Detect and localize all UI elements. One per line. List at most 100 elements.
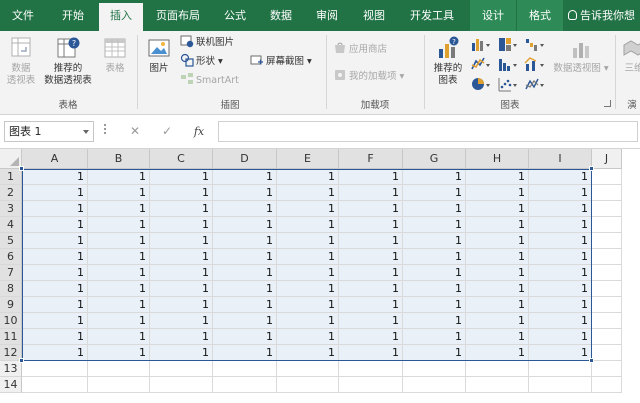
cell-i12[interactable]: 1 <box>529 345 592 361</box>
cell-f5[interactable]: 1 <box>339 233 403 249</box>
cell-f3[interactable]: 1 <box>339 201 403 217</box>
cell-d10[interactable]: 1 <box>213 313 277 329</box>
cell-e9[interactable]: 1 <box>277 297 339 313</box>
cell-c11[interactable]: 1 <box>150 329 213 345</box>
cell-i8[interactable]: 1 <box>529 281 592 297</box>
cell-h8[interactable]: 1 <box>466 281 529 297</box>
tab-insert[interactable]: 插入 <box>99 3 143 31</box>
cell-j2[interactable] <box>592 185 622 201</box>
cell-g7[interactable]: 1 <box>403 265 466 281</box>
cell-f4[interactable]: 1 <box>339 217 403 233</box>
cell-b11[interactable]: 1 <box>88 329 150 345</box>
recommended-charts-button[interactable]: ? 推荐的 图表 <box>428 35 468 87</box>
cell-d8[interactable]: 1 <box>213 281 277 297</box>
column-header-a[interactable]: A <box>22 149 88 169</box>
tab-chart-design[interactable]: 设计 <box>470 0 516 31</box>
cell-j14[interactable] <box>592 377 622 393</box>
cell-g11[interactable]: 1 <box>403 329 466 345</box>
cell-d1[interactable]: 1 <box>213 169 277 185</box>
cell-a6[interactable]: 1 <box>22 249 88 265</box>
row-header-10[interactable]: 10 <box>0 313 22 329</box>
row-header-4[interactable]: 4 <box>0 217 22 233</box>
tab-data[interactable]: 数据 <box>259 0 303 31</box>
cell-b14[interactable] <box>88 377 150 393</box>
cell-f1[interactable]: 1 <box>339 169 403 185</box>
cell-e11[interactable]: 1 <box>277 329 339 345</box>
cell-i9[interactable]: 1 <box>529 297 592 313</box>
cell-e10[interactable]: 1 <box>277 313 339 329</box>
cancel-button[interactable]: ✕ <box>124 121 146 142</box>
cell-f14[interactable] <box>339 377 403 393</box>
table-button[interactable]: 表格 <box>96 35 134 75</box>
row-header-3[interactable]: 3 <box>0 201 22 217</box>
cell-j7[interactable] <box>592 265 622 281</box>
cell-f10[interactable]: 1 <box>339 313 403 329</box>
row-header-9[interactable]: 9 <box>0 297 22 313</box>
charts-dialog-launcher-icon[interactable] <box>604 100 611 107</box>
cell-h5[interactable]: 1 <box>466 233 529 249</box>
row-header-2[interactable]: 2 <box>0 185 22 201</box>
cell-h13[interactable] <box>466 361 529 377</box>
cell-a11[interactable]: 1 <box>22 329 88 345</box>
pivottable-button[interactable]: 数据 透视表 <box>2 35 40 87</box>
cell-b8[interactable]: 1 <box>88 281 150 297</box>
cell-h9[interactable]: 1 <box>466 297 529 313</box>
my-addins-button[interactable]: 我的加载项 ▾ <box>333 68 404 84</box>
cell-b9[interactable]: 1 <box>88 297 150 313</box>
smartart-button[interactable]: SmartArt <box>180 72 239 88</box>
cell-e8[interactable]: 1 <box>277 281 339 297</box>
cell-d2[interactable]: 1 <box>213 185 277 201</box>
cell-d5[interactable]: 1 <box>213 233 277 249</box>
range-resize-handle[interactable] <box>19 358 24 363</box>
row-header-7[interactable]: 7 <box>0 265 22 281</box>
cell-e14[interactable] <box>277 377 339 393</box>
cell-j1[interactable] <box>592 169 622 185</box>
cell-h14[interactable] <box>466 377 529 393</box>
cell-a13[interactable] <box>22 361 88 377</box>
cell-h10[interactable]: 1 <box>466 313 529 329</box>
store-button[interactable]: 应用商店 <box>333 41 387 57</box>
shapes-button[interactable]: 形状 ▾ <box>180 53 223 69</box>
cell-c1[interactable]: 1 <box>150 169 213 185</box>
cell-f12[interactable]: 1 <box>339 345 403 361</box>
cell-i11[interactable]: 1 <box>529 329 592 345</box>
cell-b13[interactable] <box>88 361 150 377</box>
tab-developer[interactable]: 开发工具 <box>399 0 465 31</box>
cell-a4[interactable]: 1 <box>22 217 88 233</box>
cell-h6[interactable]: 1 <box>466 249 529 265</box>
cell-b10[interactable]: 1 <box>88 313 150 329</box>
enter-button[interactable]: ✓ <box>156 121 178 142</box>
cell-g13[interactable] <box>403 361 466 377</box>
cell-h3[interactable]: 1 <box>466 201 529 217</box>
cell-a9[interactable]: 1 <box>22 297 88 313</box>
screenshot-button[interactable]: 屏幕截图 ▾ <box>250 53 312 69</box>
column-header-e[interactable]: E <box>277 149 339 169</box>
cell-b6[interactable]: 1 <box>88 249 150 265</box>
range-resize-handle[interactable] <box>589 358 594 363</box>
tab-file[interactable]: 文件 <box>0 0 46 31</box>
cell-j12[interactable] <box>592 345 622 361</box>
cell-f2[interactable]: 1 <box>339 185 403 201</box>
cell-c14[interactable] <box>150 377 213 393</box>
cell-i6[interactable]: 1 <box>529 249 592 265</box>
pictures-button[interactable]: 图片 <box>142 35 176 75</box>
cell-c13[interactable] <box>150 361 213 377</box>
formula-bar-resize-handle[interactable] <box>103 124 107 140</box>
cell-d9[interactable]: 1 <box>213 297 277 313</box>
chevron-down-icon[interactable] <box>83 130 89 134</box>
formula-input[interactable] <box>218 121 638 142</box>
cell-a7[interactable]: 1 <box>22 265 88 281</box>
cell-b2[interactable]: 1 <box>88 185 150 201</box>
cell-e7[interactable]: 1 <box>277 265 339 281</box>
row-header-8[interactable]: 8 <box>0 281 22 297</box>
cell-c12[interactable]: 1 <box>150 345 213 361</box>
cell-g4[interactable]: 1 <box>403 217 466 233</box>
row-header-13[interactable]: 13 <box>0 361 22 377</box>
tell-me-search[interactable]: 告诉我你想 <box>568 0 635 31</box>
column-header-h[interactable]: H <box>466 149 529 169</box>
cell-f6[interactable]: 1 <box>339 249 403 265</box>
name-box[interactable]: 图表 1 <box>4 121 94 142</box>
cell-a1[interactable]: 1 <box>22 169 88 185</box>
column-header-j[interactable]: J <box>592 149 622 169</box>
insert-function-button[interactable]: fx <box>188 121 210 142</box>
